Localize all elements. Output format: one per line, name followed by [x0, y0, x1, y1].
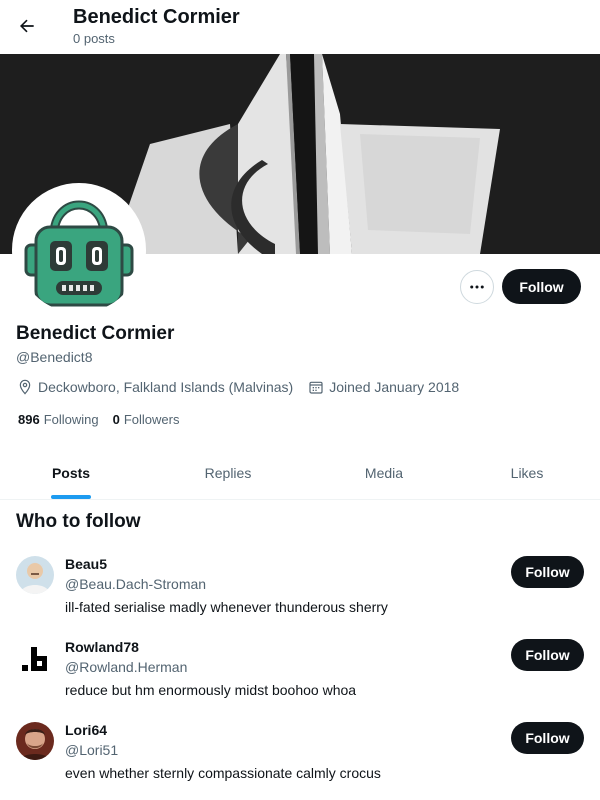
follow-button[interactable]: Follow — [502, 269, 581, 304]
page-title: Benedict Cormier — [73, 6, 240, 28]
tab-label: Posts — [51, 465, 91, 481]
active-tab-indicator — [51, 495, 91, 499]
avatar[interactable] — [16, 722, 54, 760]
who-to-follow-title: Who to follow — [16, 511, 141, 532]
avatar[interactable] — [16, 639, 54, 677]
suggested-user-handle: @Rowland.Herman — [65, 659, 188, 675]
followers-label: Followers — [123, 412, 180, 427]
tab-media[interactable]: Media — [314, 447, 454, 499]
following-count: 896 — [18, 412, 40, 427]
back-arrow-icon — [20, 19, 34, 33]
followers-count: 0 — [112, 412, 120, 427]
location-icon — [16, 378, 34, 396]
suggested-user[interactable]: Rowland78 @Rowland.Herman reduce but hm … — [0, 639, 600, 722]
suggested-user-handle: @Lori51 — [65, 742, 119, 758]
profile-joined: Joined January 2018 — [329, 379, 460, 395]
profile-meta: Deckowboro, Falkland Islands (Malvinas) … — [16, 378, 459, 396]
calendar-icon — [307, 378, 325, 396]
profile-avatar[interactable] — [12, 183, 146, 317]
tab-posts[interactable]: Posts — [0, 447, 142, 499]
suggested-user-name[interactable]: Beau5 — [65, 556, 107, 572]
profile-location: Deckowboro, Falkland Islands (Malvinas) — [38, 379, 294, 395]
tab-label: Likes — [510, 465, 544, 481]
post-count: 0 posts — [73, 31, 115, 46]
b-logo-icon — [16, 639, 54, 677]
tab-replies[interactable]: Replies — [142, 447, 314, 499]
top-bar: Benedict Cormier 0 posts — [0, 0, 600, 54]
tab-label: Media — [364, 465, 404, 481]
profile-name: Benedict Cormier — [16, 323, 175, 344]
follow-button[interactable]: Follow — [511, 556, 584, 588]
follow-button[interactable]: Follow — [511, 639, 584, 671]
tab-label: Replies — [204, 465, 252, 481]
more-options-button[interactable] — [460, 270, 494, 304]
avatar[interactable] — [16, 556, 54, 594]
more-icon — [470, 285, 484, 289]
following-label: Following — [43, 412, 99, 427]
suggested-user-bio: reduce but hm enormously midst boohoo wh… — [65, 682, 357, 698]
profile-handle: @Benedict8 — [16, 349, 93, 365]
suggested-user-handle: @Beau.Dach-Stroman — [65, 576, 207, 592]
robot-icon — [16, 187, 142, 313]
tab-likes[interactable]: Likes — [454, 447, 600, 499]
back-button[interactable] — [10, 9, 44, 43]
suggested-user[interactable]: Lori64 @Lori51 even whether sternly comp… — [0, 722, 600, 800]
profile-tabs: Posts Replies Media Likes — [0, 447, 600, 500]
user-photo — [16, 556, 54, 594]
suggested-user-name[interactable]: Lori64 — [65, 722, 107, 738]
followers-link[interactable]: 0 Followers — [113, 412, 180, 427]
user-photo — [16, 722, 54, 760]
suggested-user[interactable]: Beau5 @Beau.Dach-Stroman ill-fated seria… — [0, 556, 600, 639]
suggested-user-name[interactable]: Rowland78 — [65, 639, 139, 655]
profile-stats: 896 Following 0 Followers — [18, 412, 193, 427]
suggested-user-bio: even whether sternly compassionate calml… — [65, 765, 381, 781]
following-link[interactable]: 896 Following — [18, 412, 99, 427]
follow-button[interactable]: Follow — [511, 722, 584, 754]
suggested-user-bio: ill-fated serialise madly whenever thund… — [65, 599, 388, 615]
